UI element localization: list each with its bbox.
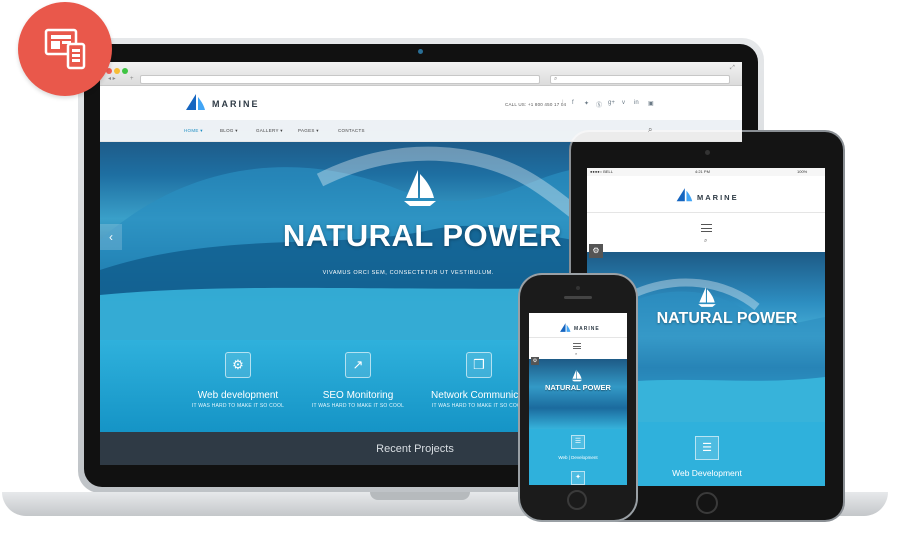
hamburger-menu-icon[interactable] [701,224,712,232]
sailboat-icon [698,287,716,307]
facebook-icon[interactable]: f [572,100,574,106]
google-plus-icon[interactable]: g+ [608,100,615,106]
phone-screen: MARINE ⌕ NATURAL POWER ☰ Web | Developme… [529,313,627,485]
chart-icon: ↗ [345,352,371,378]
service-title: Web | Development [558,455,598,460]
service-title: SEO Monitoring [322,390,394,401]
phone-services-band: ☰ Web | Development ✦ [529,429,627,485]
laptop-notch [370,492,470,500]
marine-logo-icon [560,323,571,332]
back-forward-icon[interactable]: ◂ ▸ [108,75,116,84]
sailboat-icon [404,170,436,206]
call-us-text: CALL US: +1 800 450 17 04 [505,102,567,107]
twitter-icon[interactable]: ✦ [584,100,589,107]
search-icon[interactable]: ⌕ [704,238,707,245]
minimize-window-dot[interactable] [114,68,120,74]
phone-camera [576,286,580,290]
tablet-status-bar: ●●●●○ BELL 4:21 PM 100% [587,168,825,176]
site-header: MARINE CALL US: +1 800 450 17 04 | f ✦ Ⓢ… [100,86,742,120]
brand-name[interactable]: MARINE [212,99,260,109]
skype-icon[interactable]: Ⓢ [596,100,602,109]
phone-speaker [564,296,592,299]
settings-gear-icon[interactable]: ⚙ [531,357,539,365]
battery-text: 100% [797,169,808,174]
main-nav: HOME ▾ BLOG ▾ GALLERY ▾ PAGES ▾ CONTACTS… [100,120,742,142]
nav-item-gallery[interactable]: GALLERY ▾ [256,128,283,134]
phone-home-button[interactable] [567,490,587,510]
instagram-icon[interactable]: ▣ [648,100,654,107]
gear-icon: ⚙ [225,352,251,378]
hero-title: NATURAL POWER [656,310,798,327]
divider [587,212,825,213]
maximize-window-dot[interactable] [122,68,128,74]
laptop-camera [418,49,423,54]
responsive-devices-icon [44,28,86,70]
service-subtitle: IT WAS HARD TO MAKE IT SO COOL [311,403,405,409]
linkedin-icon[interactable]: in [634,100,639,106]
responsive-badge [18,2,112,96]
service-subtitle: IT WAS HARD TO MAKE IT SO COOL [191,403,285,409]
divider [529,337,627,338]
header-divider: | [562,100,564,106]
service-title: Web Development [672,468,742,478]
book-icon: ☰ [695,436,719,460]
nav-search-icon[interactable]: ⌕ [648,125,653,135]
marine-logo-icon [676,188,693,202]
clock-text: 4:21 PM [695,169,710,174]
search-icon[interactable]: ⌕ [575,351,577,356]
new-tab-icon[interactable]: + [130,75,134,84]
hero-title: NATURAL POWER [545,383,611,392]
nav-item-pages[interactable]: PAGES ▾ [298,128,319,134]
marine-logo-icon[interactable] [184,94,206,112]
vine-icon[interactable]: v [622,100,625,106]
nav-item-contacts[interactable]: CONTACTS [338,128,365,133]
twitter-icon: ✦ [571,471,585,485]
brand-name[interactable]: MARINE [574,326,600,332]
settings-gear-icon[interactable]: ⚙ [589,244,603,258]
carrier-text: ●●●●○ BELL [590,169,613,174]
browser-toolbar: ◂ ▸ + ⌕ ⤢ [100,62,742,86]
tablet-home-button[interactable] [696,492,718,514]
tablet-camera [705,150,710,155]
sailboat-icon [571,369,583,382]
hamburger-menu-icon[interactable] [573,343,581,349]
search-icon: ⌕ [554,76,558,82]
fullscreen-icon[interactable]: ⤢ [730,64,735,73]
book-icon: ☰ [571,435,585,449]
service-title: Web development [197,390,279,401]
brand-name[interactable]: MARINE [697,193,739,202]
nav-item-home[interactable]: HOME ▾ [184,128,203,134]
address-bar[interactable] [140,75,540,84]
gift-icon: ❒ [466,352,492,378]
browser-search-field[interactable]: ⌕ [550,75,730,84]
nav-item-blog[interactable]: BLOG ▾ [220,128,238,134]
